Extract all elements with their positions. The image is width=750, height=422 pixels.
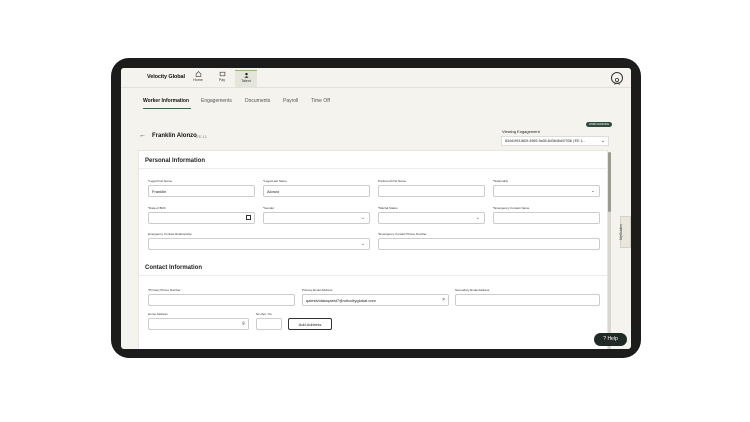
clear-icon[interactable]: × (442, 295, 445, 305)
home-address-label: Home Address (148, 312, 168, 316)
nav-home[interactable]: Home (187, 70, 209, 87)
tab-engagements[interactable]: Engagements (201, 98, 232, 104)
calendar-icon[interactable] (246, 215, 251, 220)
active-tab-indicator (143, 108, 191, 109)
tab-payroll[interactable]: Payroll (283, 98, 298, 104)
help-button[interactable]: ? Help (594, 333, 627, 346)
user-avatar-button[interactable] (611, 72, 623, 85)
myguides-tab[interactable]: MyGuides (618, 216, 631, 248)
top-navigation-bar: Velocity Global Home Pay Talent (121, 68, 631, 88)
nationality-label: *Nationality (493, 179, 509, 183)
primary-email-value: qalestvidaloqaest7@velocityglobal.com (306, 298, 376, 303)
legal-first-name-label: *Legal First Name (148, 179, 173, 183)
tab-time-off[interactable]: Time Off (311, 98, 330, 104)
viewing-engagement-label: Viewing Engagement (502, 129, 540, 134)
location-pin-icon: ⌾ (241, 321, 245, 327)
nationality-select[interactable]: ⌄ (493, 185, 600, 197)
worker-name: Franklin Alonzo (152, 133, 197, 139)
marital-status-select[interactable]: ⌄ (378, 212, 485, 224)
legal-first-name-value: Franklin (152, 189, 167, 194)
preferred-name-label: Preferred First Name (378, 179, 407, 183)
apt-number-label: No./Apt. No. (256, 312, 273, 316)
legal-first-name-input[interactable]: Franklin (148, 185, 255, 197)
engagement-select[interactable]: 834d1f93-862f-4969-9a35-843645d47036 | E… (501, 136, 609, 146)
myguides-label: MyGuides (618, 224, 623, 240)
legal-last-name-label: *Legal Last Name (263, 179, 287, 183)
chevron-down-icon: ⌄ (600, 138, 605, 144)
personal-info-title: Personal Information (145, 158, 206, 164)
nav-talent-label: Talent (241, 79, 251, 83)
nav-pay[interactable]: Pay (211, 70, 233, 87)
emergency-phone-label: *Emergency Contact Phone Number (378, 232, 427, 236)
worker-form-card: Personal Information *Legal First Name F… (138, 150, 609, 349)
primary-phone-label: *Primary Phone Number (148, 288, 181, 292)
primary-email-input[interactable]: qalestvidaloqaest7@velocityglobal.com × (302, 294, 449, 306)
person-icon (243, 72, 249, 78)
secondary-email-input[interactable] (455, 294, 600, 306)
dob-label: *Date of Birth (148, 206, 166, 210)
help-icon: ? (603, 336, 607, 342)
legal-last-name-value: Alonzo (267, 189, 280, 194)
emergency-name-input[interactable] (493, 212, 600, 224)
primary-email-label: Primary Email Address (302, 288, 333, 292)
section-divider (139, 168, 609, 169)
gender-select[interactable]: ⌄ (263, 212, 370, 224)
nav-home-label: Home (193, 78, 203, 82)
add-address-button[interactable]: Add Address (288, 318, 332, 330)
chevron-down-icon: ⌄ (475, 215, 480, 221)
help-label: Help (607, 336, 618, 342)
legal-last-name-input[interactable]: Alonzo (263, 185, 370, 197)
app-screen: Velocity Global Home Pay Talent Worker I… (121, 68, 631, 349)
primary-phone-input[interactable] (148, 294, 295, 306)
dob-input[interactable] (148, 212, 255, 224)
scrollbar-thumb[interactable] (608, 152, 611, 212)
gender-label: *Gender (263, 206, 275, 210)
chevron-down-icon: ⌄ (360, 215, 365, 221)
section-divider (139, 275, 609, 276)
nav-pay-label: Pay (218, 78, 226, 82)
velocity-global-logo: Velocity Global (147, 74, 185, 80)
emergency-relationship-select[interactable]: ⌄ (148, 238, 370, 250)
tab-documents[interactable]: Documents (245, 98, 270, 104)
tab-worker-information[interactable]: Worker Information (143, 98, 189, 104)
nav-talent[interactable]: Talent (235, 70, 257, 87)
chevron-down-icon: ⌄ (590, 188, 595, 194)
engagement-select-value: 834d1f93-862f-4969-9a35-843645d47036 | E… (505, 139, 586, 143)
home-icon (195, 71, 201, 77)
emergency-phone-input[interactable] (378, 238, 600, 250)
apt-number-input[interactable] (256, 318, 282, 330)
back-arrow-icon[interactable]: ← (139, 132, 146, 139)
secondary-email-label: Secondary Email Address (455, 288, 490, 292)
user-icon (614, 78, 620, 85)
chevron-down-icon: ⌄ (360, 241, 365, 247)
preferred-name-input[interactable] (378, 185, 485, 197)
pay-icon (219, 71, 225, 77)
emergency-name-label: *Emergency Contact Name (493, 206, 530, 210)
worker-id: EE-11 (196, 134, 207, 139)
home-address-input[interactable]: ⌾ (148, 318, 249, 330)
emergency-relationship-label: Emergency Contact Relationship (148, 232, 192, 236)
status-badge: ONBOARDING (586, 122, 612, 127)
marital-status-label: *Marital Status (378, 206, 398, 210)
contact-info-title: Contact Information (145, 265, 202, 271)
